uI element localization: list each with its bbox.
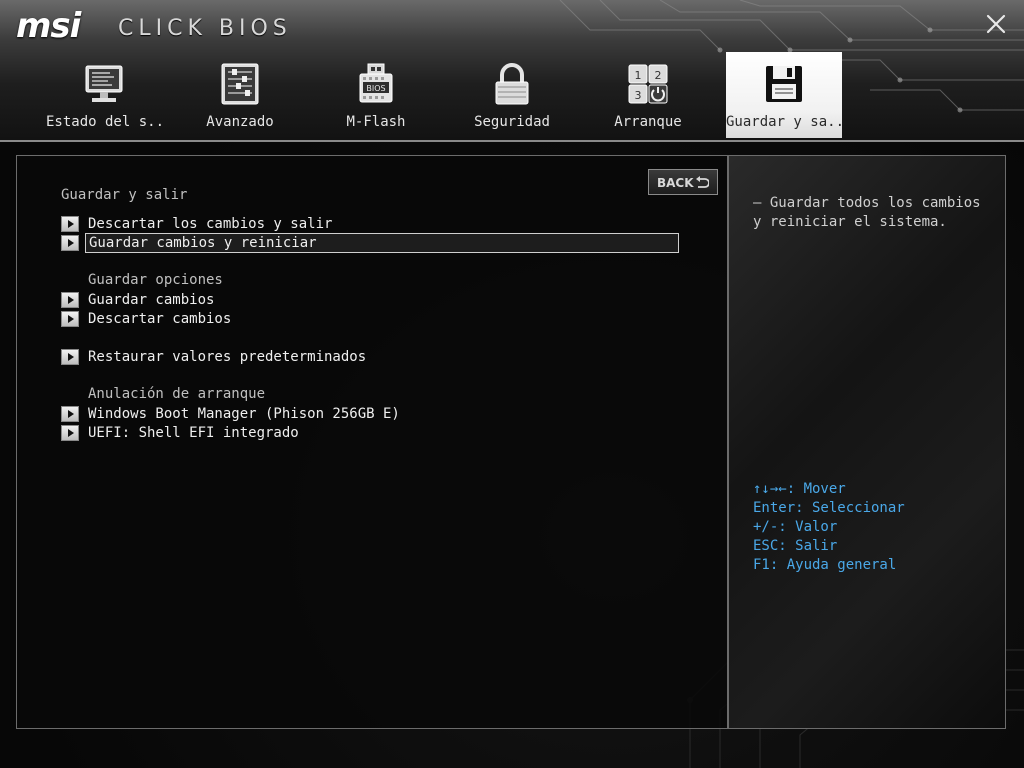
bios-window: msi CLICK BIOS Estado del s.. Avanzado B…: [0, 0, 1024, 768]
boot-override-title: Anulación de arranque: [88, 386, 266, 402]
close-icon[interactable]: [982, 10, 1010, 38]
submenu-arrow-icon: [61, 216, 79, 232]
menu-item-windows-boot-manager[interactable]: Windows Boot Manager (Phison 256GB E): [61, 405, 681, 423]
submenu-arrow-icon: [61, 292, 79, 308]
help-panel: – Guardar todos los cambios y reiniciar …: [728, 155, 1006, 729]
tab-label: Arranque: [614, 114, 682, 130]
tab-m-flash[interactable]: BIOS M-Flash: [318, 52, 434, 138]
sliders-icon: [221, 63, 259, 105]
key-hint-value: +/-: Valor: [753, 519, 838, 535]
help-line: y reiniciar el sistema.: [753, 214, 947, 230]
svg-text:1: 1: [635, 69, 642, 82]
main-panel: BACK Guardar y salir Descartar los cambi…: [16, 155, 728, 729]
back-arrow-icon: [696, 176, 709, 188]
floppy-disk-icon: [766, 66, 802, 102]
key-hints: ↑↓→←: Mover Enter: Seleccionar +/-: Valo…: [753, 480, 905, 575]
tab-estado-del-sistema[interactable]: Estado del s..: [46, 52, 165, 138]
tab-label: Seguridad: [474, 114, 550, 130]
key-hint-help: F1: Ayuda general: [753, 557, 897, 573]
menu-item-descartar-cambios[interactable]: Descartar cambios: [61, 310, 681, 328]
tab-label: Estado del s..: [46, 114, 165, 130]
submenu-arrow-icon: [61, 235, 79, 251]
menu-item-restaurar-predeterminados[interactable]: Restaurar valores predeterminados: [61, 348, 681, 366]
submenu-arrow-icon: [61, 349, 79, 365]
boot-order-icon: 1 2 3: [628, 64, 668, 104]
help-description: – Guardar todos los cambios y reiniciar …: [753, 194, 993, 232]
key-hint-select: Enter: Seleccionar: [753, 500, 905, 516]
back-button[interactable]: BACK: [648, 169, 718, 195]
tab-label: M-Flash: [346, 114, 406, 130]
tab-seguridad[interactable]: Seguridad: [454, 52, 570, 138]
menu-item-uefi-shell[interactable]: UEFI: Shell EFI integrado: [61, 424, 681, 442]
monitor-icon: [85, 65, 123, 102]
menu-item-guardar-cambios[interactable]: Guardar cambios: [61, 291, 681, 309]
msi-logo: msi: [16, 6, 81, 46]
header-bar: msi CLICK BIOS Estado del s.. Avanzado B…: [0, 0, 1024, 142]
svg-text:BIOS: BIOS: [366, 84, 385, 93]
submenu-arrow-icon: [61, 311, 79, 327]
tab-arranque[interactable]: 1 2 3 Arranque: [590, 52, 706, 138]
submenu-arrow-icon: [61, 425, 79, 441]
back-button-label: BACK: [657, 176, 694, 190]
click-bios-logo: CLICK BIOS: [118, 16, 292, 41]
help-line: – Guardar todos los cambios: [753, 195, 981, 211]
menu-item-descartar-y-salir[interactable]: Descartar los cambios y salir: [61, 215, 681, 233]
lock-icon: [495, 63, 529, 105]
submenu-arrow-icon: [61, 406, 79, 422]
key-hint-exit: ESC: Salir: [753, 538, 838, 554]
key-hint-move: ↑↓→←: Mover: [753, 481, 846, 497]
tab-label: Avanzado: [206, 114, 274, 130]
tab-guardar-y-salir[interactable]: Guardar y sa..: [726, 52, 845, 138]
svg-text:2: 2: [655, 69, 662, 82]
menu-item-guardar-y-reiniciar[interactable]: Guardar cambios y reiniciar: [61, 233, 681, 253]
tab-avanzado[interactable]: Avanzado: [182, 52, 298, 138]
svg-text:3: 3: [635, 89, 642, 102]
page-title: Guardar y salir: [61, 187, 188, 203]
usb-bios-icon: BIOS: [359, 63, 393, 103]
tab-label: Guardar y sa..: [726, 114, 845, 130]
save-options-title: Guardar opciones: [88, 272, 223, 288]
